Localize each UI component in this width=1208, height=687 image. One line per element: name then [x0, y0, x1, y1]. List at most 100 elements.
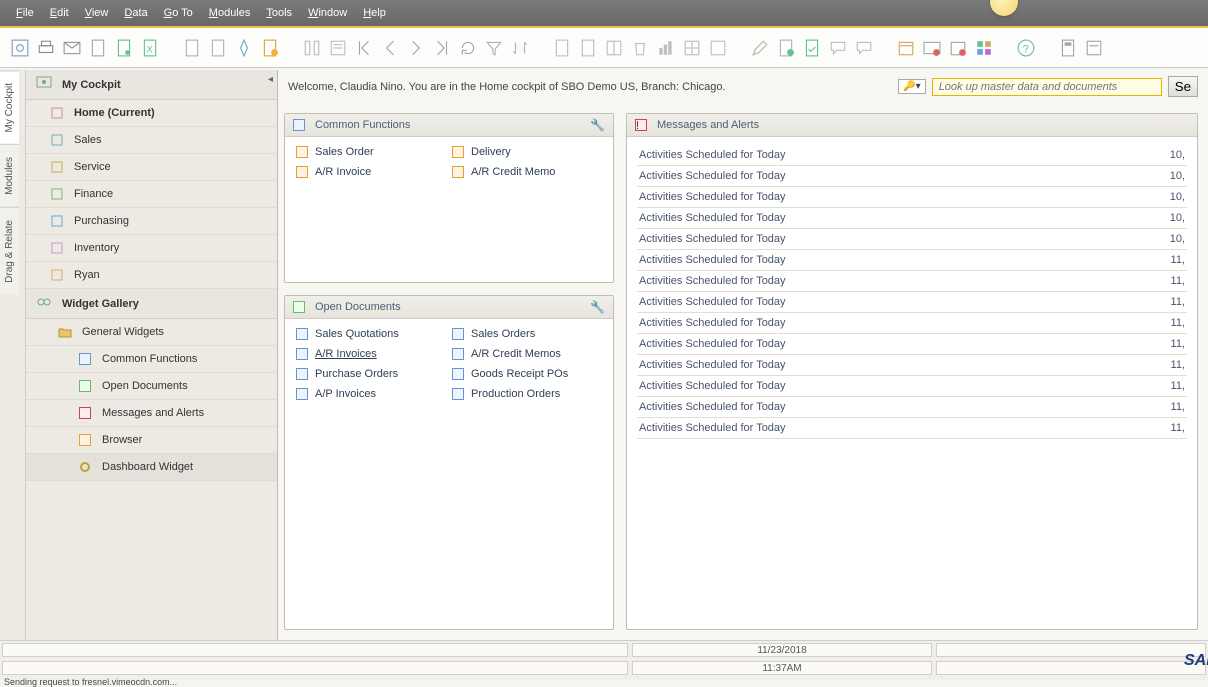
doc-warn-icon[interactable]: [260, 38, 280, 58]
notification-badge[interactable]: [990, 0, 1018, 16]
layout-icon[interactable]: [604, 38, 624, 58]
doc-icon[interactable]: [88, 38, 108, 58]
alert-row[interactable]: Activities Scheduled for Today11,: [637, 292, 1187, 313]
widget-item-open-documents[interactable]: Open Documents: [26, 373, 277, 400]
wrench-icon[interactable]: 🔧: [590, 300, 605, 314]
form-icon[interactable]: [1084, 38, 1104, 58]
blocks-icon[interactable]: [974, 38, 994, 58]
calc-icon[interactable]: [1058, 38, 1078, 58]
alert-row[interactable]: Activities Scheduled for Today11,: [637, 355, 1187, 376]
widget-item-common-functions[interactable]: Common Functions: [26, 346, 277, 373]
search-key-icon[interactable]: 🔑▾: [898, 79, 925, 94]
link-a-r-invoice[interactable]: A/R Invoice: [295, 165, 447, 179]
preview-icon[interactable]: [10, 38, 30, 58]
sidebar-item-sales[interactable]: Sales: [26, 127, 277, 154]
alert-row[interactable]: Activities Scheduled for Today10,: [637, 229, 1187, 250]
widget-item-dashboard-widget[interactable]: Dashboard Widget: [26, 454, 277, 481]
widget-item-messages-and-alerts[interactable]: Messages and Alerts: [26, 400, 277, 427]
next-icon[interactable]: [406, 38, 426, 58]
sidebar-header-label: My Cockpit: [62, 79, 121, 91]
menu-file[interactable]: File: [8, 7, 42, 19]
alert-row[interactable]: Activities Scheduled for Today10,: [637, 166, 1187, 187]
menu-view[interactable]: View: [77, 7, 117, 19]
cal-x-icon[interactable]: [948, 38, 968, 58]
alert-row[interactable]: Activities Scheduled for Today10,: [637, 208, 1187, 229]
link-a-r-credit-memo[interactable]: A/R Credit Memo: [451, 165, 603, 179]
last-icon[interactable]: [432, 38, 452, 58]
doc-lock-icon[interactable]: [114, 38, 134, 58]
print-icon[interactable]: [36, 38, 56, 58]
filter-icon[interactable]: [484, 38, 504, 58]
grid2-icon[interactable]: [708, 38, 728, 58]
sidebar-item-finance[interactable]: Finance: [26, 181, 277, 208]
menu-window[interactable]: Window: [300, 7, 355, 19]
first-icon[interactable]: [354, 38, 374, 58]
alert-row[interactable]: Activities Scheduled for Today11,: [637, 418, 1187, 439]
chat2-icon[interactable]: [854, 38, 874, 58]
vtab-modules[interactable]: Modules: [0, 144, 19, 207]
wrench-icon[interactable]: 🔧: [590, 118, 605, 132]
menu-help[interactable]: Help: [355, 7, 394, 19]
find-icon[interactable]: [302, 38, 322, 58]
link-delivery[interactable]: Delivery: [451, 145, 603, 159]
doc5-icon[interactable]: [578, 38, 598, 58]
edit-icon[interactable]: [750, 38, 770, 58]
chart-icon[interactable]: [656, 38, 676, 58]
menu-modules[interactable]: Modules: [201, 7, 259, 19]
sidebar-item-inventory[interactable]: Inventory: [26, 235, 277, 262]
menu-edit[interactable]: Edit: [42, 7, 77, 19]
menu-data[interactable]: Data: [116, 7, 155, 19]
cal-icon[interactable]: [896, 38, 916, 58]
mail-x-icon[interactable]: [922, 38, 942, 58]
link-sales-quotations[interactable]: Sales Quotations: [295, 327, 447, 341]
menu-tools[interactable]: Tools: [258, 7, 300, 19]
link-a-r-credit-memos[interactable]: A/R Credit Memos: [451, 347, 603, 361]
alert-row[interactable]: Activities Scheduled for Today11,: [637, 271, 1187, 292]
collapse-icon[interactable]: ◂: [268, 74, 273, 85]
doc-add-icon[interactable]: [776, 38, 796, 58]
doc-excel-icon[interactable]: X: [140, 38, 160, 58]
sidebar-general-widgets[interactable]: General Widgets: [26, 319, 277, 346]
link-production-orders[interactable]: Production Orders: [451, 387, 603, 401]
nav-icon: [48, 267, 66, 283]
alert-row[interactable]: Activities Scheduled for Today11,: [637, 376, 1187, 397]
widget-item-browser[interactable]: Browser: [26, 427, 277, 454]
doc2-icon[interactable]: [182, 38, 202, 58]
refresh-icon[interactable]: [458, 38, 478, 58]
sidebar-item-ryan[interactable]: Ryan: [26, 262, 277, 289]
grid-icon[interactable]: [682, 38, 702, 58]
alert-row[interactable]: Activities Scheduled for Today11,: [637, 313, 1187, 334]
link-a-r-invoices[interactable]: A/R Invoices: [295, 347, 447, 361]
alert-row[interactable]: Activities Scheduled for Today10,: [637, 187, 1187, 208]
doc-check-icon[interactable]: [802, 38, 822, 58]
sidebar-item-home-current-[interactable]: Home (Current): [26, 100, 277, 127]
search-button[interactable]: Se: [1168, 76, 1198, 97]
link-goods-receipt-pos[interactable]: Goods Receipt POs: [451, 367, 603, 381]
search-input[interactable]: [932, 78, 1162, 96]
compass-icon[interactable]: [234, 38, 254, 58]
sidebar-item-service[interactable]: Service: [26, 154, 277, 181]
alert-row[interactable]: Activities Scheduled for Today10,: [637, 145, 1187, 166]
mail-icon[interactable]: [62, 38, 82, 58]
link-a-p-invoices[interactable]: A/P Invoices: [295, 387, 447, 401]
link-purchase-orders[interactable]: Purchase Orders: [295, 367, 447, 381]
list-icon[interactable]: [328, 38, 348, 58]
sort-icon[interactable]: [510, 38, 530, 58]
link-sales-order[interactable]: Sales Order: [295, 145, 447, 159]
vtab-cockpit[interactable]: My Cockpit: [0, 70, 19, 144]
link-sales-orders[interactable]: Sales Orders: [451, 327, 603, 341]
sidebar-item-purchasing[interactable]: Purchasing: [26, 208, 277, 235]
alert-row[interactable]: Activities Scheduled for Today11,: [637, 397, 1187, 418]
alert-row[interactable]: Activities Scheduled for Today11,: [637, 334, 1187, 355]
alert-row[interactable]: Activities Scheduled for Today11,: [637, 250, 1187, 271]
trash-icon[interactable]: [630, 38, 650, 58]
doc-icon: [295, 367, 309, 381]
menu-bar: File Edit View Data Go To Modules Tools …: [0, 0, 1208, 28]
doc4-icon[interactable]: [552, 38, 572, 58]
vtab-drag[interactable]: Drag & Relate: [0, 207, 19, 295]
chat-icon[interactable]: [828, 38, 848, 58]
menu-goto[interactable]: Go To: [156, 7, 201, 19]
prev-icon[interactable]: [380, 38, 400, 58]
help-icon[interactable]: ?: [1016, 38, 1036, 58]
doc3-icon[interactable]: [208, 38, 228, 58]
